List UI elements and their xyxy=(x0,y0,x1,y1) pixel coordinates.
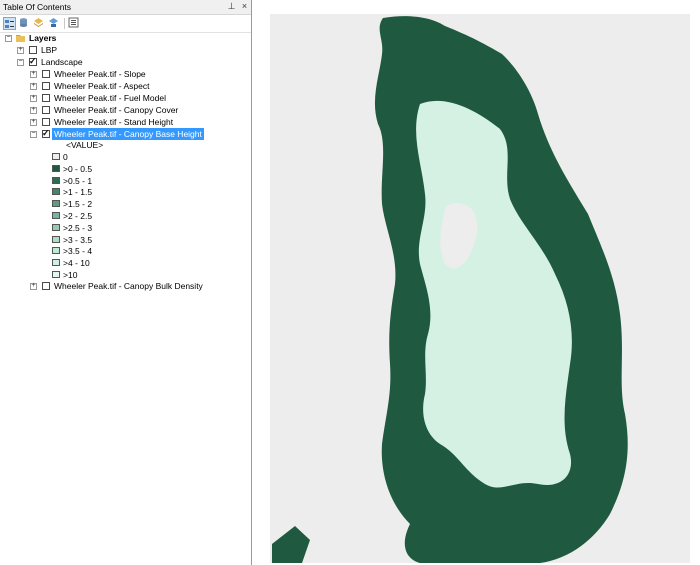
legend-label: >3.5 - 4 xyxy=(63,246,93,257)
map-display[interactable] xyxy=(255,0,700,565)
layer-visibility-checkbox[interactable] xyxy=(42,82,50,90)
close-icon[interactable]: × xyxy=(239,1,250,12)
expand-icon[interactable]: + xyxy=(30,70,37,78)
layer-landscape[interactable]: − Landscape xyxy=(0,55,250,68)
collapse-icon[interactable]: − xyxy=(30,130,37,138)
layer-label: Wheeler Peak.tif - Canopy Cover xyxy=(54,105,179,115)
layer-visibility-checkbox[interactable] xyxy=(42,94,50,102)
collapse-icon[interactable]: − xyxy=(5,34,12,42)
layer-visibility-checkbox[interactable] xyxy=(42,118,50,126)
toc-titlebar: Table Of Contents ⊥ × xyxy=(0,0,251,15)
legend-label: >1.5 - 2 xyxy=(63,199,93,210)
legend-field-label: <VALUE> xyxy=(66,140,104,150)
legend-swatch xyxy=(52,200,60,208)
legend-swatch xyxy=(52,247,60,255)
legend-label: >0 - 0.5 xyxy=(63,163,93,174)
list-by-drawing-order-button[interactable] xyxy=(3,17,16,30)
list-by-selection-button[interactable] xyxy=(48,17,61,30)
legend-label: >0.5 - 1 xyxy=(63,175,93,186)
layer-visibility-checkbox[interactable] xyxy=(42,282,50,290)
map-frame[interactable] xyxy=(270,14,690,564)
expand-icon[interactable]: + xyxy=(30,106,37,114)
layer-label: LBP xyxy=(41,45,58,55)
legend-swatch xyxy=(52,164,60,172)
legend-swatch xyxy=(52,212,60,219)
toc-title: Table Of Contents xyxy=(3,2,72,12)
legend-swatch xyxy=(52,153,60,160)
legend-swatch xyxy=(52,188,60,196)
layer-lbp[interactable]: + LBP xyxy=(0,44,250,56)
expand-icon[interactable]: + xyxy=(30,94,37,102)
selection-icon xyxy=(49,18,58,27)
options-button[interactable] xyxy=(68,17,81,30)
options-icon xyxy=(68,17,79,28)
legend-swatch xyxy=(52,223,60,231)
layers-folder-icon xyxy=(16,35,25,42)
expand-icon[interactable]: + xyxy=(17,46,24,54)
sublayer-canopy-cover[interactable]: + Wheeler Peak.tif - Canopy Cover xyxy=(0,104,250,116)
legend-label: >2 - 2.5 xyxy=(63,211,93,221)
sublayer-fuel-model[interactable]: + Wheeler Peak.tif - Fuel Model xyxy=(0,92,250,104)
legend-label: >3 - 3.5 xyxy=(63,234,93,245)
legend-swatch xyxy=(52,235,60,243)
layer-visibility-checkbox[interactable] xyxy=(42,70,50,78)
layer-visibility-checkbox[interactable] xyxy=(42,127,50,139)
sublayer-aspect[interactable]: + Wheeler Peak.tif - Aspect xyxy=(0,80,250,92)
collapse-icon[interactable]: − xyxy=(17,58,24,66)
drawing-order-icon xyxy=(5,20,14,28)
layer-visibility-checkbox[interactable] xyxy=(29,46,37,54)
expand-icon[interactable]: + xyxy=(30,82,37,90)
legend-swatch xyxy=(52,176,60,184)
pin-icon[interactable]: ⊥ xyxy=(226,1,237,12)
legend-label: >2.5 - 3 xyxy=(63,222,93,233)
legend-swatch xyxy=(52,271,60,278)
layer-label: Wheeler Peak.tif - Fuel Model xyxy=(54,93,166,103)
toc-toolbar xyxy=(0,15,251,33)
layer-label: Wheeler Peak.tif - Stand Height xyxy=(54,117,174,127)
sublayer-canopy-base-height[interactable]: − Wheeler Peak.tif - Canopy Base Height xyxy=(0,127,250,140)
expand-icon[interactable]: + xyxy=(30,118,37,126)
legend-swatch xyxy=(52,259,60,267)
raster-map[interactable] xyxy=(270,14,690,564)
layer-label: Wheeler Peak.tif - Canopy Bulk Density xyxy=(54,281,203,291)
legend-label: >1 - 1.5 xyxy=(63,187,93,198)
expand-icon[interactable]: + xyxy=(30,282,37,290)
legend-label: 0 xyxy=(63,152,68,162)
layer-label: Wheeler Peak.tif - Aspect xyxy=(54,81,150,91)
database-icon xyxy=(20,18,27,27)
list-by-source-button[interactable] xyxy=(18,17,31,30)
sublayer-canopy-bulk-density[interactable]: + Wheeler Peak.tif - Canopy Bulk Density xyxy=(0,280,250,292)
sublayer-stand-height[interactable]: + Wheeler Peak.tif - Stand Height xyxy=(0,116,250,128)
sublayer-slope[interactable]: + Wheeler Peak.tif - Slope xyxy=(0,68,250,80)
table-of-contents-panel: Table Of Contents ⊥ × − Layers + LBP − ✓… xyxy=(0,0,252,565)
layer-label: Landscape xyxy=(41,57,83,67)
list-by-visibility-button[interactable] xyxy=(33,17,46,30)
legend-label: >4 - 10 xyxy=(63,258,90,269)
layers-root[interactable]: − Layers xyxy=(0,32,250,44)
layer-label: Wheeler Peak.tif - Slope xyxy=(54,69,146,79)
layer-visibility-checkbox[interactable] xyxy=(42,106,50,114)
toolbar-separator xyxy=(64,18,65,29)
layers-root-label: Layers xyxy=(29,33,57,43)
layers-icon xyxy=(34,18,43,27)
layer-visibility-checkbox[interactable] xyxy=(29,55,37,67)
